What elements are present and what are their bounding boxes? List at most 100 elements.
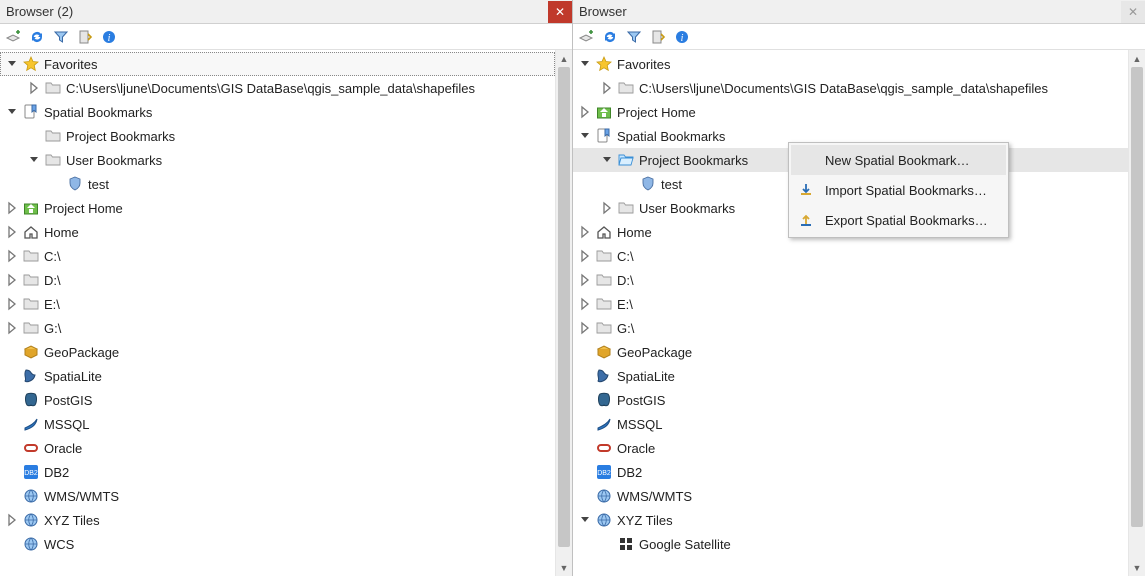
tree-item[interactable]: XYZ Tiles [573, 508, 1128, 532]
tree-item[interactable]: GeoPackage [573, 340, 1128, 364]
tree-item[interactable]: MSSQL [0, 412, 555, 436]
context-menu-item[interactable]: Export Spatial Bookmarks… [791, 205, 1006, 235]
tree-item[interactable]: SpatiaLite [573, 364, 1128, 388]
filter-button[interactable] [625, 28, 643, 46]
tree-item[interactable]: MSSQL [573, 412, 1128, 436]
tree-item[interactable]: Oracle [573, 436, 1128, 460]
tree-item-label: Oracle [617, 441, 661, 456]
context-menu[interactable]: New Spatial Bookmark…Import Spatial Book… [788, 142, 1009, 238]
tree-item[interactable]: Google Satellite [573, 532, 1128, 556]
tree-item[interactable]: Oracle [0, 436, 555, 460]
chevron-right-icon[interactable] [577, 248, 593, 264]
tree-item-label: WCS [44, 537, 80, 552]
refresh-button[interactable] [28, 28, 46, 46]
tree-item[interactable]: DB2DB2 [0, 460, 555, 484]
chevron-right-icon[interactable] [4, 248, 20, 264]
tree-view[interactable]: FavoritesC:\Users\ljune\Documents\GIS Da… [0, 50, 555, 576]
filter-button[interactable] [52, 28, 70, 46]
tree-item[interactable]: DB2 DB2 [573, 460, 1128, 484]
tree-item[interactable]: Favorites [0, 52, 555, 76]
chevron-right-icon[interactable] [4, 272, 20, 288]
close-button[interactable]: ✕ [548, 1, 572, 23]
tree-item[interactable]: D:\ [573, 268, 1128, 292]
collapse-button[interactable] [76, 28, 94, 46]
tree-item[interactable]: C:\Users\ljune\Documents\GIS DataBase\qg… [0, 76, 555, 100]
home-icon [22, 223, 40, 241]
chevron-down-icon[interactable] [26, 152, 42, 168]
tree-item[interactable]: Home [0, 220, 555, 244]
tree-item[interactable]: WMS/WMTS [0, 484, 555, 508]
chevron-right-icon[interactable] [577, 224, 593, 240]
info-button[interactable]: i [673, 28, 691, 46]
tree-item[interactable]: D:\ [0, 268, 555, 292]
oracle-icon [22, 439, 40, 457]
chevron-right-icon[interactable] [4, 320, 20, 336]
tree-item[interactable]: SpatiaLite [0, 364, 555, 388]
scroll-thumb[interactable] [1131, 67, 1143, 527]
close-button[interactable]: ✕ [1121, 1, 1145, 23]
chevron-down-icon[interactable] [577, 56, 593, 72]
chevron-down-icon[interactable] [4, 56, 20, 72]
chevron-right-icon[interactable] [4, 512, 20, 528]
tree-item[interactable]: test [0, 172, 555, 196]
scrollbar[interactable]: ▲ ▼ [555, 50, 572, 576]
folder-icon [22, 247, 40, 265]
chevron-right-icon[interactable] [26, 80, 42, 96]
globe-icon [595, 487, 613, 505]
chevron-right-icon[interactable] [599, 200, 615, 216]
context-menu-item[interactable]: New Spatial Bookmark… [791, 145, 1006, 175]
tree-item[interactable]: E:\ [573, 292, 1128, 316]
tree-item[interactable]: PostGIS [573, 388, 1128, 412]
chevron-down-icon[interactable] [577, 128, 593, 144]
chevron-right-icon[interactable] [4, 296, 20, 312]
tree-item[interactable]: G:\ [573, 316, 1128, 340]
tree-item[interactable]: User Bookmarks [0, 148, 555, 172]
tree-item[interactable]: G:\ [0, 316, 555, 340]
tree-item-label: D:\ [44, 273, 67, 288]
scroll-thumb[interactable] [558, 67, 570, 547]
context-menu-item[interactable]: Import Spatial Bookmarks… [791, 175, 1006, 205]
info-button[interactable]: i [100, 28, 118, 46]
tree-item-label: User Bookmarks [639, 201, 741, 216]
chevron-right-icon[interactable] [599, 80, 615, 96]
tree-item[interactable]: C:\ [573, 244, 1128, 268]
tree-item[interactable]: WMS/WMTS [573, 484, 1128, 508]
scroll-up-icon[interactable]: ▲ [1129, 50, 1145, 67]
tree-item[interactable]: E:\ [0, 292, 555, 316]
tree-item[interactable]: C:\ [0, 244, 555, 268]
chevron-down-icon[interactable] [4, 104, 20, 120]
add-layer-button[interactable] [577, 28, 595, 46]
scroll-up-icon[interactable]: ▲ [556, 50, 572, 67]
tree-item-label: E:\ [617, 297, 639, 312]
tree-item-label: Spatial Bookmarks [617, 129, 731, 144]
tree-item-label: DB2 [617, 465, 648, 480]
scroll-down-icon[interactable]: ▼ [1129, 559, 1145, 576]
tree-item[interactable]: GeoPackage [0, 340, 555, 364]
tree-item-label: C:\Users\ljune\Documents\GIS DataBase\qg… [639, 81, 1054, 96]
tree-item[interactable]: Project Bookmarks [0, 124, 555, 148]
tree-item[interactable]: C:\Users\ljune\Documents\GIS DataBase\qg… [573, 76, 1128, 100]
chevron-down-icon[interactable] [599, 152, 615, 168]
scrollbar[interactable]: ▲ ▼ [1128, 50, 1145, 576]
tree-item[interactable]: Project Home [573, 100, 1128, 124]
collapse-button[interactable] [649, 28, 667, 46]
tree-item[interactable]: Spatial Bookmarks [0, 100, 555, 124]
svg-text:DB2: DB2 [597, 470, 611, 477]
scroll-down-icon[interactable]: ▼ [556, 559, 572, 576]
tree-item[interactable]: WCS [0, 532, 555, 556]
chevron-right-icon[interactable] [577, 104, 593, 120]
chevron-right-icon[interactable] [577, 272, 593, 288]
tree-item[interactable]: PostGIS [0, 388, 555, 412]
tree-item[interactable]: XYZ Tiles [0, 508, 555, 532]
refresh-button[interactable] [601, 28, 619, 46]
tree-item[interactable]: Project Home [0, 196, 555, 220]
chevron-right-icon[interactable] [4, 200, 20, 216]
chevron-right-icon[interactable] [4, 224, 20, 240]
chevron-right-icon[interactable] [577, 320, 593, 336]
tree-view[interactable]: Favorites C:\Users\ljune\Documents\GIS Da… [573, 50, 1128, 576]
chevron-down-icon[interactable] [577, 512, 593, 528]
tree-item[interactable]: Favorites [573, 52, 1128, 76]
add-layer-button[interactable] [4, 28, 22, 46]
chevron-right-icon[interactable] [577, 296, 593, 312]
google-icon [617, 535, 635, 553]
